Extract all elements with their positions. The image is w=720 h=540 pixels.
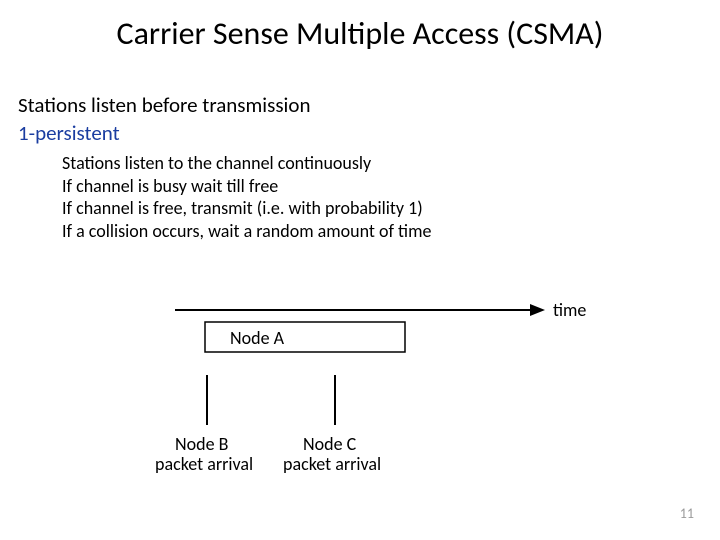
node-a-label: Node A xyxy=(230,327,285,349)
bullet-list: Stations listen to the channel continuou… xyxy=(62,152,431,242)
subheading-1-persistent: 1-persistent xyxy=(18,120,120,146)
slide-title: Carrier Sense Multiple Access (CSMA) xyxy=(0,14,720,53)
slide: Carrier Sense Multiple Access (CSMA) Sta… xyxy=(0,0,720,540)
node-b-label: Node B xyxy=(175,433,229,455)
node-c-arrival-label: packet arrival xyxy=(283,453,381,475)
bullet-item: If channel is free, transmit (i.e. with … xyxy=(62,197,431,220)
page-number: 11 xyxy=(680,505,694,522)
timeline-diagram: time Node A Node B packet arrival Node C… xyxy=(135,290,615,490)
diagram-svg: time Node A Node B packet arrival Node C… xyxy=(135,290,615,490)
time-label: time xyxy=(553,299,586,321)
intro-line: Stations listen before transmission xyxy=(18,92,310,118)
bullet-item: If a collision occurs, wait a random amo… xyxy=(62,220,431,243)
node-c-label: Node C xyxy=(303,433,357,455)
bullet-item: If channel is busy wait till free xyxy=(62,175,431,198)
bullet-item: Stations listen to the channel continuou… xyxy=(62,152,431,175)
node-b-arrival-label: packet arrival xyxy=(155,453,253,475)
